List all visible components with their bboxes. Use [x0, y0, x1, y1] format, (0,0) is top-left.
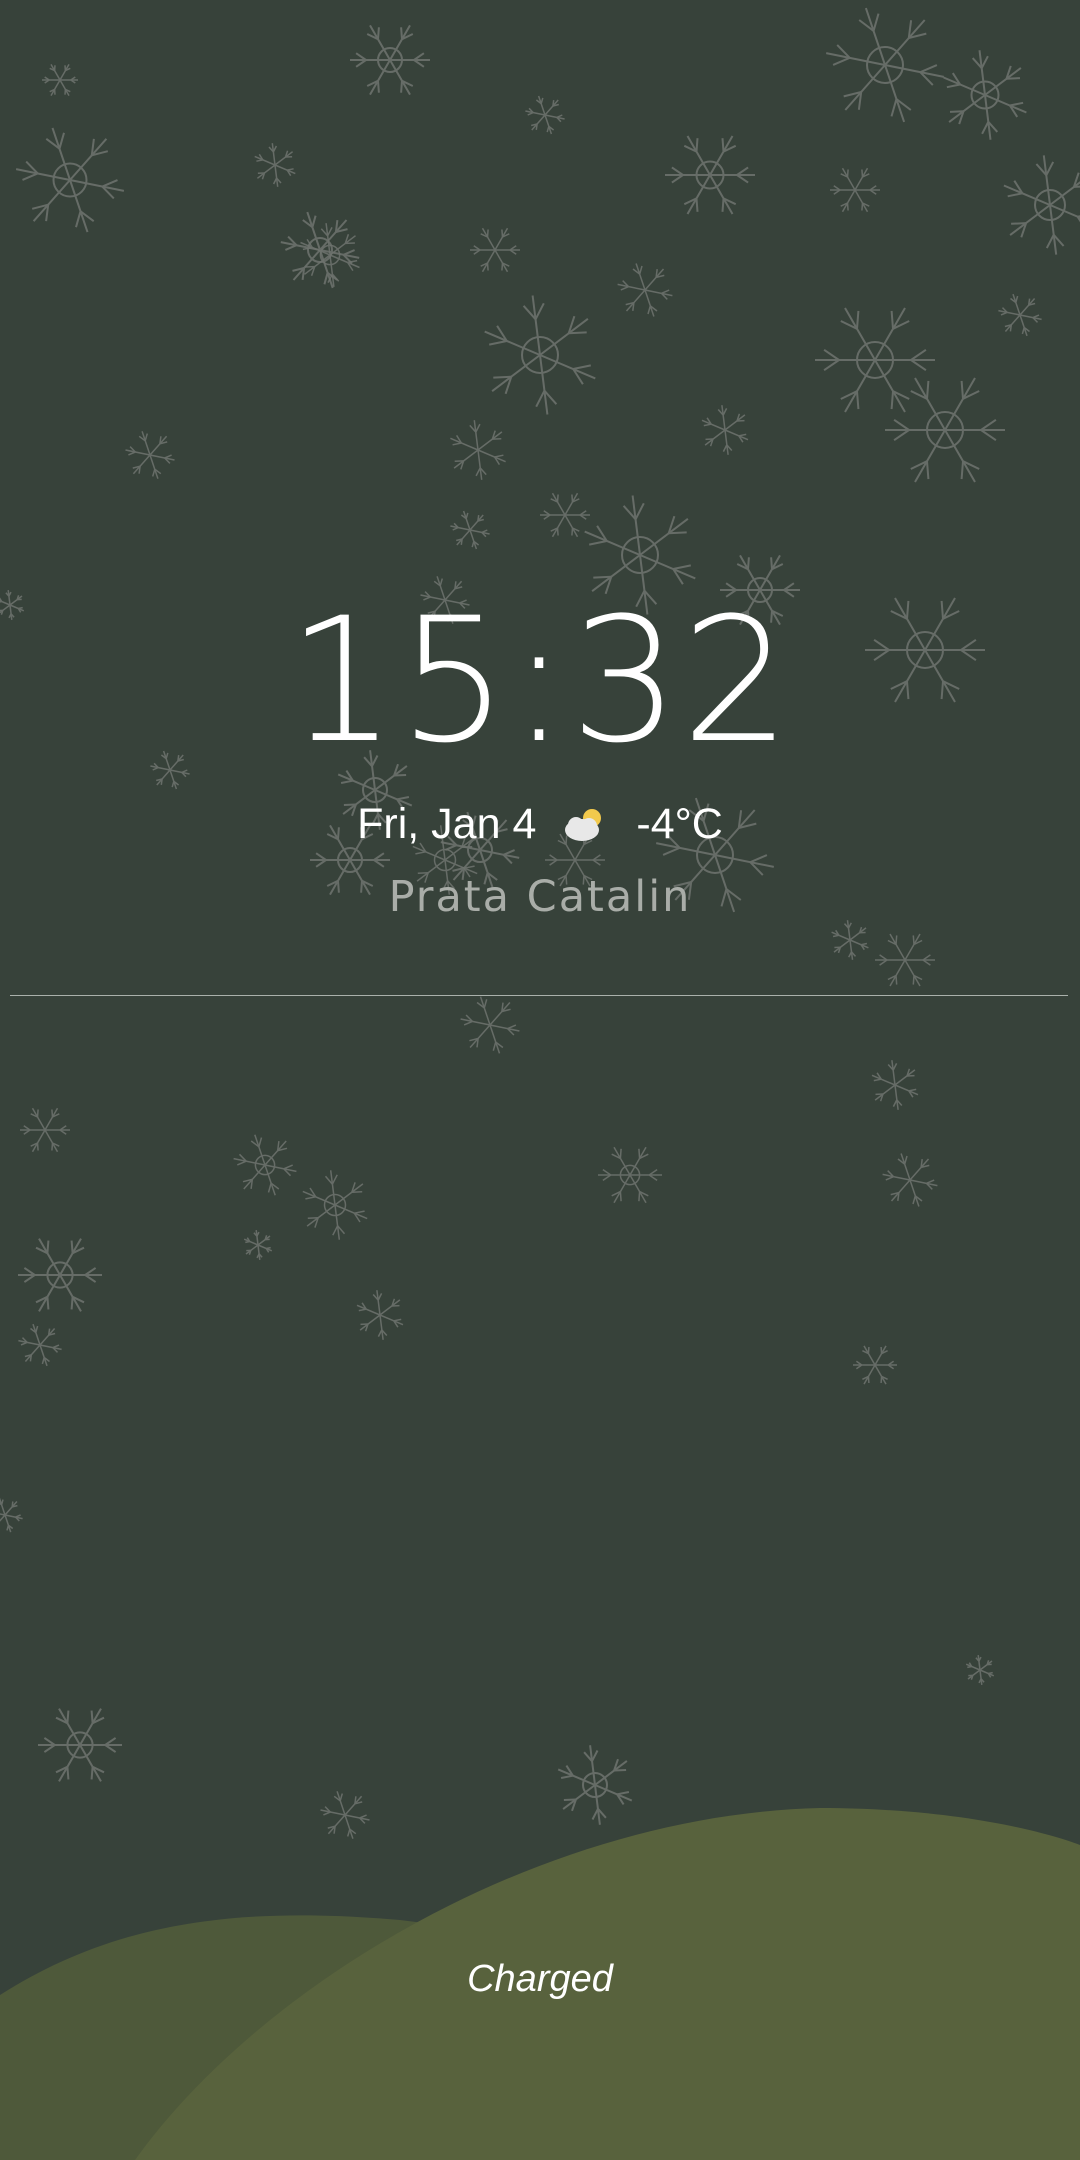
partly-cloudy-icon [562, 805, 612, 845]
hills-wallpaper [0, 1808, 1080, 2160]
clock-time: 15:32 [287, 580, 793, 781]
date-weather-row[interactable]: Fri, Jan 4 -4°C [0, 800, 1080, 849]
divider-line [10, 995, 1068, 996]
temperature-text: -4°C [636, 800, 723, 848]
lock-screen[interactable]: 15:32 Fri, Jan 4 -4°C Prata Catalin Char… [0, 0, 1080, 2160]
date-text: Fri, Jan 4 [357, 800, 537, 848]
owner-info: Prata Catalin [388, 872, 692, 922]
charging-status: Charged [467, 1958, 613, 2000]
